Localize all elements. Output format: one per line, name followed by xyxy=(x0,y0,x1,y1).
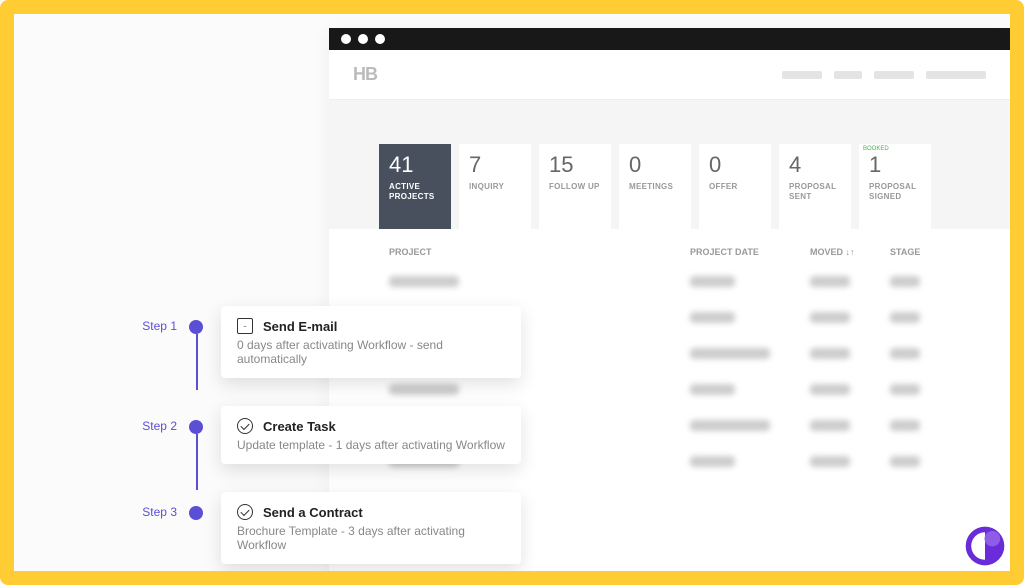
stat-meetings[interactable]: 0 MEETINGS xyxy=(619,144,691,229)
step-subtitle: Brochure Template - 3 days after activat… xyxy=(237,524,505,552)
stat-label: PROPOSAL SENT xyxy=(789,182,841,203)
window-titlebar xyxy=(329,28,1010,50)
nav-placeholder xyxy=(782,71,986,79)
stat-value: 41 xyxy=(389,154,441,176)
step-bullet xyxy=(189,420,203,434)
stat-active-projects[interactable]: 41 ACTIVE PROJECTS xyxy=(379,144,451,229)
stat-proposal-sent[interactable]: 4 PROPOSAL SENT xyxy=(779,144,851,229)
table-row[interactable] xyxy=(389,267,950,295)
step-label: Step 2 xyxy=(134,406,189,433)
stats-row: 41 ACTIVE PROJECTS 7 INQUIRY 15 FOLLOW U… xyxy=(329,100,1010,229)
stat-value: 1 xyxy=(869,154,921,176)
workflow-step-2: Step 2 Create Task Update template - 1 d… xyxy=(134,406,521,492)
step-connector xyxy=(196,434,198,490)
logo: HB xyxy=(353,64,377,85)
step-card-create-task[interactable]: Create Task Update template - 1 days aft… xyxy=(221,406,521,464)
check-circle-icon xyxy=(237,504,253,520)
check-circle-icon xyxy=(237,418,253,434)
window-control-min[interactable] xyxy=(358,34,368,44)
stat-label: INQUIRY xyxy=(469,182,521,192)
app-header: HB xyxy=(329,50,1010,100)
step-title: Create Task xyxy=(263,419,336,434)
step-connector xyxy=(196,334,198,390)
th-stage[interactable]: STAGE xyxy=(890,247,950,257)
stat-value: 0 xyxy=(709,154,761,176)
brand-badge-icon xyxy=(962,523,1008,569)
step-title: Send a Contract xyxy=(263,505,363,520)
stat-badge: BOOKED xyxy=(863,146,889,152)
step-card-send-contract[interactable]: Send a Contract Brochure Template - 3 da… xyxy=(221,492,521,564)
step-subtitle: Update template - 1 days after activatin… xyxy=(237,438,505,452)
th-moved[interactable]: MOVED ↓↑ xyxy=(810,247,890,257)
step-bullet xyxy=(189,506,203,520)
window-control-close[interactable] xyxy=(341,34,351,44)
step-subtitle: 0 days after activating Workflow - send … xyxy=(237,338,505,366)
stat-label: PROPOSAL SIGNED xyxy=(869,182,921,203)
workflow-steps: Step 1 Send E-mail 0 days after activati… xyxy=(134,306,521,585)
stat-label: MEETINGS xyxy=(629,182,681,192)
stat-proposal-signed[interactable]: BOOKED 1 PROPOSAL SIGNED xyxy=(859,144,931,229)
mail-icon xyxy=(237,318,253,334)
stat-value: 0 xyxy=(629,154,681,176)
table-header-row: PROJECT PROJECT DATE MOVED ↓↑ STAGE xyxy=(329,229,1010,267)
step-label: Step 1 xyxy=(134,306,189,333)
step-title: Send E-mail xyxy=(263,319,337,334)
stat-label: OFFER xyxy=(709,182,761,192)
th-date[interactable]: PROJECT DATE xyxy=(690,247,810,257)
stat-label: FOLLOW UP xyxy=(549,182,601,192)
window-control-max[interactable] xyxy=(375,34,385,44)
step-label: Step 3 xyxy=(134,492,189,519)
stat-value: 7 xyxy=(469,154,521,176)
stat-offer[interactable]: 0 OFFER xyxy=(699,144,771,229)
stat-value: 4 xyxy=(789,154,841,176)
step-bullet xyxy=(189,320,203,334)
stat-inquiry[interactable]: 7 INQUIRY xyxy=(459,144,531,229)
stat-follow-up[interactable]: 15 FOLLOW UP xyxy=(539,144,611,229)
stat-label: ACTIVE PROJECTS xyxy=(389,182,441,203)
workflow-step-1: Step 1 Send E-mail 0 days after activati… xyxy=(134,306,521,406)
workflow-step-3: Step 3 Send a Contract Brochure Template… xyxy=(134,492,521,585)
step-card-send-email[interactable]: Send E-mail 0 days after activating Work… xyxy=(221,306,521,378)
th-project[interactable]: PROJECT xyxy=(389,247,690,257)
stat-value: 15 xyxy=(549,154,601,176)
